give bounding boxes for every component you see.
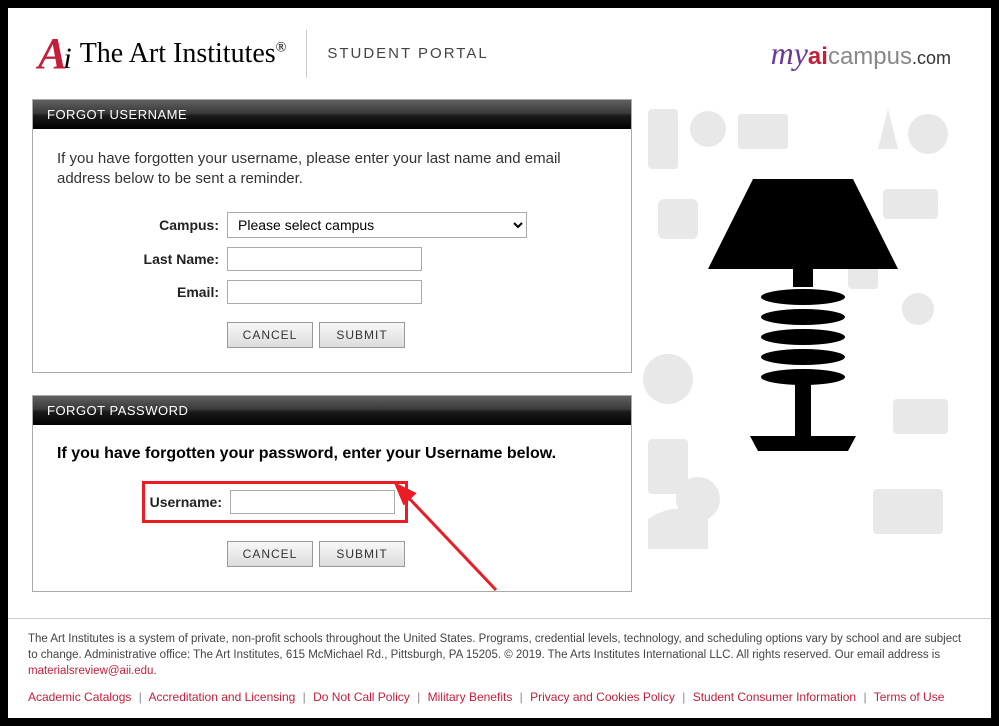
footer-link[interactable]: Terms of Use — [874, 690, 945, 704]
panel-title: FORGOT USERNAME — [33, 100, 631, 129]
footer-text: The Art Institutes is a system of privat… — [28, 633, 961, 661]
footer-link[interactable]: Student Consumer Information — [693, 690, 856, 704]
header: A i The Art Institutes® STUDENT PORTAL m… — [8, 8, 991, 99]
email-label: Email: — [57, 284, 227, 300]
footer-email-link[interactable]: materialsreview@aii.edu — [28, 665, 153, 677]
footer-link[interactable]: Privacy and Cookies Policy — [530, 690, 675, 704]
header-divider — [306, 30, 307, 78]
logo-glyph-i: i — [63, 42, 71, 76]
forgot-password-panel: FORGOT PASSWORD If you have forgotten yo… — [32, 395, 632, 592]
footer-link[interactable]: Accreditation and Licensing — [149, 690, 296, 704]
campus-select[interactable]: Please select campus — [227, 212, 527, 238]
logo-art-institutes: A i The Art Institutes® — [38, 28, 286, 79]
forgot-username-panel: FORGOT USERNAME If you have forgotten yo… — [32, 99, 632, 373]
footer: The Art Institutes is a system of privat… — [8, 618, 991, 718]
decorative-collage — [638, 99, 968, 569]
instruction-text: If you have forgotten your password, ent… — [57, 445, 607, 463]
portal-title: STUDENT PORTAL — [327, 45, 488, 62]
logo-text: The Art Institutes® — [80, 38, 287, 70]
username-highlight-box: Username: — [142, 481, 408, 523]
footer-link[interactable]: Military Benefits — [428, 690, 513, 704]
cancel-button[interactable]: CANCEL — [227, 322, 313, 348]
panel-title: FORGOT PASSWORD — [33, 396, 631, 425]
footer-link[interactable]: Academic Catalogs — [28, 690, 131, 704]
logo-myaicampus: my aicampus .com — [771, 35, 961, 72]
instruction-text: If you have forgotten your username, ple… — [57, 149, 607, 190]
submit-button[interactable]: SUBMIT — [319, 541, 405, 567]
lastname-label: Last Name: — [57, 251, 227, 267]
submit-button[interactable]: SUBMIT — [319, 322, 405, 348]
footer-link[interactable]: Do Not Call Policy — [313, 690, 410, 704]
lastname-input[interactable] — [227, 247, 422, 271]
email-input[interactable] — [227, 280, 422, 304]
cancel-button[interactable]: CANCEL — [227, 541, 313, 567]
campus-label: Campus: — [57, 217, 227, 233]
username-label: Username: — [145, 494, 230, 510]
footer-links: Academic Catalogs | Accreditation and Li… — [28, 689, 971, 706]
username-input[interactable] — [230, 490, 395, 514]
